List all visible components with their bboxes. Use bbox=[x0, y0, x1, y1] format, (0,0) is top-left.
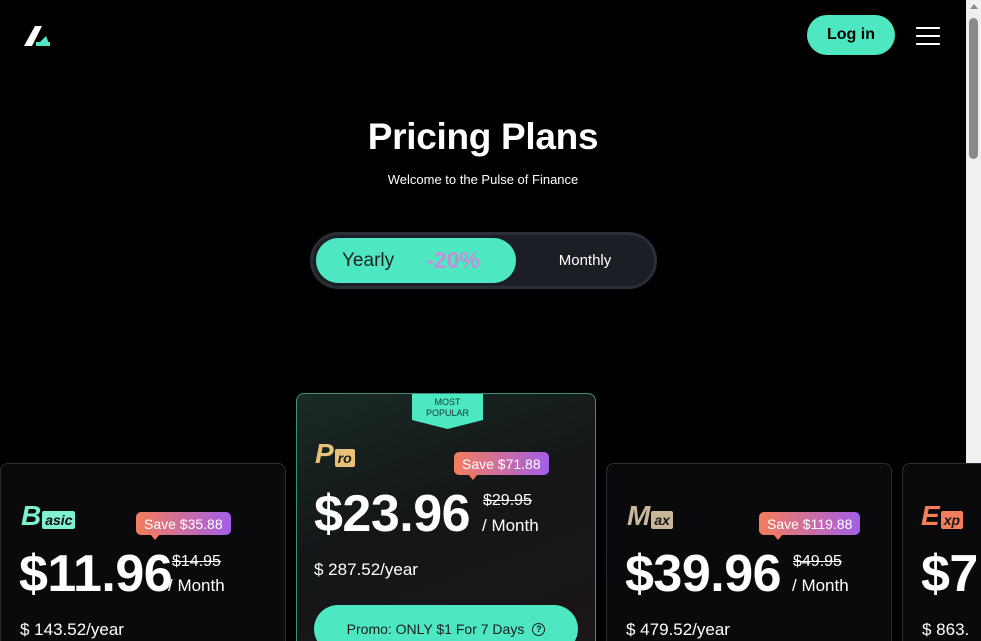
old-price: $49.95 bbox=[793, 553, 842, 570]
brand-logo-icon[interactable] bbox=[24, 24, 52, 48]
save-badge: Save $119.88 bbox=[759, 512, 861, 540]
login-button[interactable]: Log in bbox=[807, 15, 895, 55]
yearly-total: $ 143.52/year bbox=[20, 620, 124, 639]
promo-label: Promo: ONLY $1 For 7 Days bbox=[346, 621, 525, 637]
plan-name-max: Max bbox=[627, 500, 673, 532]
billing-toggle[interactable]: Yearly -20% Monthly bbox=[310, 232, 657, 289]
yearly-label: Yearly bbox=[342, 249, 395, 271]
question-circle-icon[interactable]: ? bbox=[532, 622, 546, 636]
price: $11.96 bbox=[19, 545, 173, 603]
price-period: / Month bbox=[482, 516, 539, 535]
plan-card-basic: Basic Save $35.88 $11.96 $14.95 / Month … bbox=[0, 463, 286, 641]
save-badge: Save $71.88 bbox=[454, 452, 549, 480]
plan-card-pro: MOST POPULAR Pro Save $71.88 $23.96 $29.… bbox=[296, 393, 596, 641]
promo-button[interactable]: Promo: ONLY $1 For 7 Days ? bbox=[314, 605, 578, 641]
yearly-total: $ 863. bbox=[922, 620, 970, 639]
plan-name-pro: Pro bbox=[315, 438, 355, 470]
price-period: / Month bbox=[168, 576, 225, 595]
scrollbar-thumb[interactable] bbox=[969, 18, 978, 159]
plan-card-expert: Exp $7 $ 863. bbox=[902, 463, 981, 641]
old-price: $29.95 bbox=[483, 492, 532, 509]
scroll-up-icon[interactable] bbox=[970, 4, 978, 9]
yearly-total: $ 479.52/year bbox=[626, 620, 730, 639]
plan-name-expert: Exp bbox=[921, 500, 964, 532]
plan-name-basic: Basic bbox=[21, 500, 76, 532]
save-badge: Save $35.88 bbox=[136, 512, 231, 540]
old-price: $14.95 bbox=[172, 553, 221, 570]
price-period: / Month bbox=[792, 576, 849, 595]
page-subtitle: Welcome to the Pulse of Finance bbox=[387, 172, 579, 187]
price: $39.96 bbox=[625, 545, 782, 603]
hamburger-menu-icon[interactable] bbox=[916, 27, 940, 45]
price: $23.96 bbox=[314, 485, 471, 543]
price: $7 bbox=[921, 545, 978, 603]
toggle-yearly-option[interactable]: Yearly -20% bbox=[316, 238, 516, 283]
plan-card-max: Max Save $119.88 $39.96 $49.95 / Month $… bbox=[606, 463, 892, 641]
yearly-discount: -20% bbox=[426, 247, 480, 273]
toggle-monthly-option[interactable]: Monthly bbox=[516, 238, 654, 283]
yearly-total: $ 287.52/year bbox=[314, 560, 418, 579]
most-popular-badge: MOST POPULAR bbox=[412, 394, 483, 429]
page-title: Pricing Plans bbox=[367, 116, 599, 157]
